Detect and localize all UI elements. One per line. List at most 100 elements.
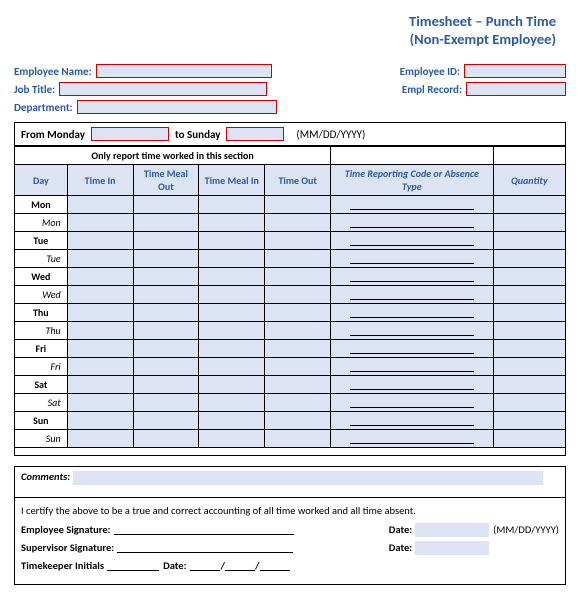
- time-cell[interactable]: [265, 232, 331, 250]
- qty-cell[interactable]: [493, 268, 565, 286]
- time-cell[interactable]: [265, 268, 331, 286]
- time-cell[interactable]: [199, 196, 265, 214]
- qty-cell[interactable]: [493, 358, 565, 376]
- from-date-input[interactable]: [91, 127, 169, 141]
- time-cell[interactable]: [265, 250, 331, 268]
- time-cell[interactable]: [67, 322, 133, 340]
- time-cell[interactable]: [265, 394, 331, 412]
- code-cell[interactable]: [331, 196, 493, 214]
- code-cell[interactable]: [331, 304, 493, 322]
- comments-input[interactable]: [73, 471, 543, 485]
- time-cell[interactable]: [67, 250, 133, 268]
- employee-id-input[interactable]: [464, 64, 566, 78]
- time-cell[interactable]: [265, 286, 331, 304]
- qty-cell[interactable]: [493, 232, 565, 250]
- qty-cell[interactable]: [493, 322, 565, 340]
- code-cell[interactable]: [331, 214, 493, 232]
- time-cell[interactable]: [265, 322, 331, 340]
- timekeeper-initials[interactable]: [107, 560, 159, 571]
- time-cell[interactable]: [133, 214, 199, 232]
- qty-cell[interactable]: [493, 250, 565, 268]
- time-cell[interactable]: [199, 322, 265, 340]
- qty-cell[interactable]: [493, 304, 565, 322]
- time-cell[interactable]: [67, 394, 133, 412]
- code-cell[interactable]: [331, 232, 493, 250]
- qty-cell[interactable]: [493, 412, 565, 430]
- tk-date-y[interactable]: [260, 560, 290, 571]
- time-cell[interactable]: [265, 430, 331, 448]
- sup-date-input[interactable]: [415, 541, 489, 555]
- time-cell[interactable]: [199, 250, 265, 268]
- time-cell[interactable]: [67, 340, 133, 358]
- time-cell[interactable]: [199, 286, 265, 304]
- code-cell[interactable]: [331, 322, 493, 340]
- time-cell[interactable]: [199, 376, 265, 394]
- time-cell[interactable]: [265, 376, 331, 394]
- time-cell[interactable]: [199, 340, 265, 358]
- qty-cell[interactable]: [493, 394, 565, 412]
- code-cell[interactable]: [331, 250, 493, 268]
- time-cell[interactable]: [133, 394, 199, 412]
- code-cell[interactable]: [331, 394, 493, 412]
- job-title-input[interactable]: [59, 82, 267, 96]
- employee-name-input[interactable]: [96, 64, 272, 78]
- time-cell[interactable]: [199, 394, 265, 412]
- time-cell[interactable]: [67, 304, 133, 322]
- qty-cell[interactable]: [493, 376, 565, 394]
- time-cell[interactable]: [199, 268, 265, 286]
- employee-signature-line[interactable]: [114, 524, 294, 535]
- time-cell[interactable]: [199, 232, 265, 250]
- qty-cell[interactable]: [493, 214, 565, 232]
- time-cell[interactable]: [67, 430, 133, 448]
- time-cell[interactable]: [67, 376, 133, 394]
- time-cell[interactable]: [265, 304, 331, 322]
- time-cell[interactable]: [133, 196, 199, 214]
- time-cell[interactable]: [133, 358, 199, 376]
- time-cell[interactable]: [67, 286, 133, 304]
- qty-cell[interactable]: [493, 340, 565, 358]
- time-cell[interactable]: [265, 412, 331, 430]
- department-input[interactable]: [77, 100, 277, 114]
- time-cell[interactable]: [265, 340, 331, 358]
- time-cell[interactable]: [199, 430, 265, 448]
- time-cell[interactable]: [133, 304, 199, 322]
- time-cell[interactable]: [67, 232, 133, 250]
- tk-date-d[interactable]: [225, 560, 255, 571]
- time-cell[interactable]: [199, 304, 265, 322]
- time-cell[interactable]: [199, 412, 265, 430]
- code-cell[interactable]: [331, 358, 493, 376]
- time-cell[interactable]: [199, 358, 265, 376]
- qty-cell[interactable]: [493, 196, 565, 214]
- code-cell[interactable]: [331, 376, 493, 394]
- code-cell[interactable]: [331, 340, 493, 358]
- time-cell[interactable]: [67, 214, 133, 232]
- time-cell[interactable]: [133, 412, 199, 430]
- time-cell[interactable]: [265, 196, 331, 214]
- time-cell[interactable]: [133, 268, 199, 286]
- code-cell[interactable]: [331, 268, 493, 286]
- time-cell[interactable]: [67, 268, 133, 286]
- time-cell[interactable]: [265, 358, 331, 376]
- time-cell[interactable]: [133, 286, 199, 304]
- time-cell[interactable]: [133, 430, 199, 448]
- qty-cell[interactable]: [493, 286, 565, 304]
- time-cell[interactable]: [133, 232, 199, 250]
- to-date-input[interactable]: [226, 127, 284, 141]
- emp-date-input[interactable]: [415, 523, 489, 537]
- time-cell[interactable]: [133, 322, 199, 340]
- time-cell[interactable]: [67, 358, 133, 376]
- supervisor-signature-line[interactable]: [117, 542, 293, 553]
- time-cell[interactable]: [133, 250, 199, 268]
- time-cell[interactable]: [199, 214, 265, 232]
- qty-cell[interactable]: [493, 430, 565, 448]
- time-cell[interactable]: [265, 214, 331, 232]
- code-cell[interactable]: [331, 412, 493, 430]
- empl-record-input[interactable]: [466, 82, 566, 96]
- code-cell[interactable]: [331, 430, 493, 448]
- time-cell[interactable]: [133, 376, 199, 394]
- time-cell[interactable]: [67, 412, 133, 430]
- time-cell[interactable]: [133, 340, 199, 358]
- tk-date-m[interactable]: [190, 560, 220, 571]
- time-cell[interactable]: [67, 196, 133, 214]
- code-cell[interactable]: [331, 286, 493, 304]
